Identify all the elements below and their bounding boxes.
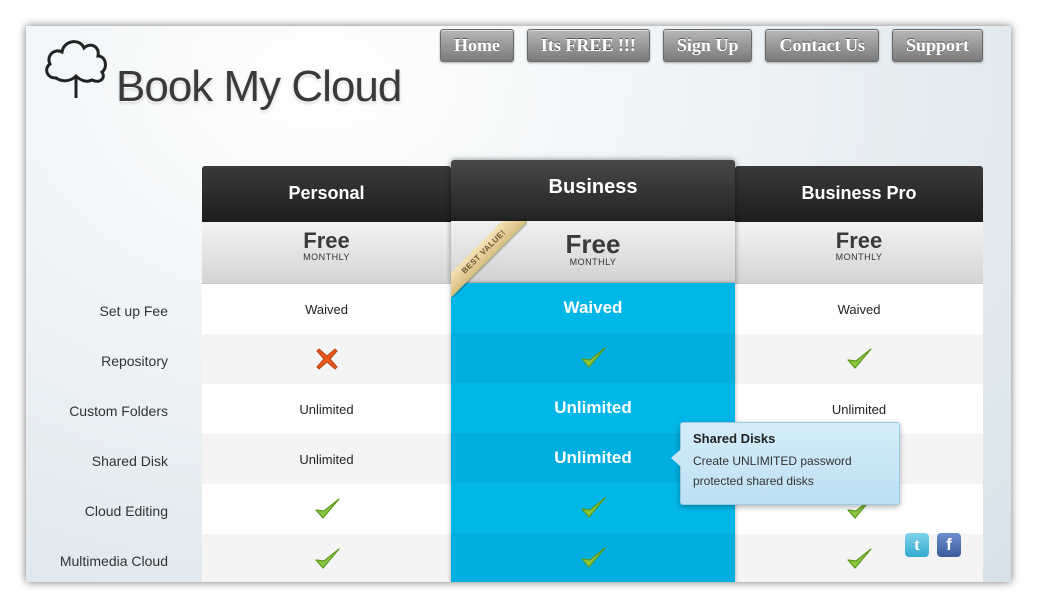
main-nav: Home Its FREE !!! Sign Up Contact Us Sup… — [439, 29, 983, 62]
tooltip-title: Shared Disks — [693, 431, 776, 446]
check-icon — [314, 498, 340, 519]
tooltip-text: Create UNLIMITED password protected shar… — [693, 454, 852, 488]
plan-cell — [202, 334, 451, 384]
brand-name: Book My Cloud — [116, 62, 402, 111]
plan-price: Free MONTHLY — [735, 222, 983, 284]
plan-cell: Unlimited — [202, 434, 451, 484]
feature-label: Shared Disk — [91, 453, 168, 469]
plan-column-business-pro: Business Pro Free MONTHLY Waived Unlimite… — [735, 166, 983, 582]
plan-column-personal: Personal Free MONTHLY Waived Unlimited Unl… — [202, 166, 451, 582]
cloud-icon — [45, 40, 107, 98]
feature-label: Multimedia Cloud — [59, 553, 168, 569]
twitter-icon[interactable]: t — [905, 533, 929, 557]
feature-label: Cloud Editing — [84, 503, 168, 519]
nav-contact-button[interactable]: Contact Us — [765, 29, 879, 62]
feature-label: Repository — [101, 353, 168, 369]
check-icon — [847, 548, 872, 569]
plan-price: Free MONTHLY — [202, 222, 451, 284]
nav-support-button[interactable]: Support — [891, 29, 983, 62]
plan-name: Personal — [202, 166, 451, 222]
check-icon — [581, 497, 606, 518]
facebook-icon[interactable]: f — [937, 533, 961, 557]
plan-cell — [202, 484, 451, 534]
plan-cell — [451, 533, 735, 582]
check-icon — [314, 548, 340, 569]
plan-name: Business — [451, 160, 735, 221]
plan-body: Waived Unlimited Unlimited — [202, 284, 451, 582]
feature-tooltip: Shared Disks Create UNLIMITED password p… — [671, 422, 900, 505]
best-value-ribbon: BEST VALUE! — [451, 221, 527, 297]
price-amount: Free — [303, 228, 350, 253]
price-period: MONTHLY — [303, 252, 350, 262]
logo[interactable]: Book My Cloud — [42, 32, 422, 122]
page-frame: Book My Cloud Home Its FREE !!! Sign Up … — [26, 26, 1011, 582]
check-icon — [581, 347, 606, 368]
check-icon — [847, 348, 872, 369]
price-period: MONTHLY — [835, 252, 883, 262]
social-links: t f — [905, 533, 961, 557]
nav-home-button[interactable]: Home — [439, 29, 514, 62]
feature-label: Set up Fee — [99, 303, 169, 319]
feature-label: Custom Folders — [69, 403, 168, 419]
nav-signup-button[interactable]: Sign Up — [662, 29, 753, 62]
check-icon — [581, 547, 606, 568]
cross-icon — [315, 348, 338, 370]
plan-cell: Waived — [735, 284, 983, 334]
plan-cell: Waived — [202, 284, 451, 334]
plan-cell — [202, 534, 451, 582]
nav-free-button[interactable]: Its FREE !!! — [526, 29, 650, 62]
plan-cell — [451, 333, 735, 383]
plan-cell — [735, 334, 983, 384]
best-value-badge: BEST VALUE! — [451, 221, 527, 297]
plan-cell: Unlimited — [202, 384, 451, 434]
feature-labels: Set up Fee Repository Custom Folders Sha… — [26, 284, 176, 582]
plan-name: Business Pro — [735, 166, 983, 222]
price-amount: Free — [835, 228, 883, 253]
